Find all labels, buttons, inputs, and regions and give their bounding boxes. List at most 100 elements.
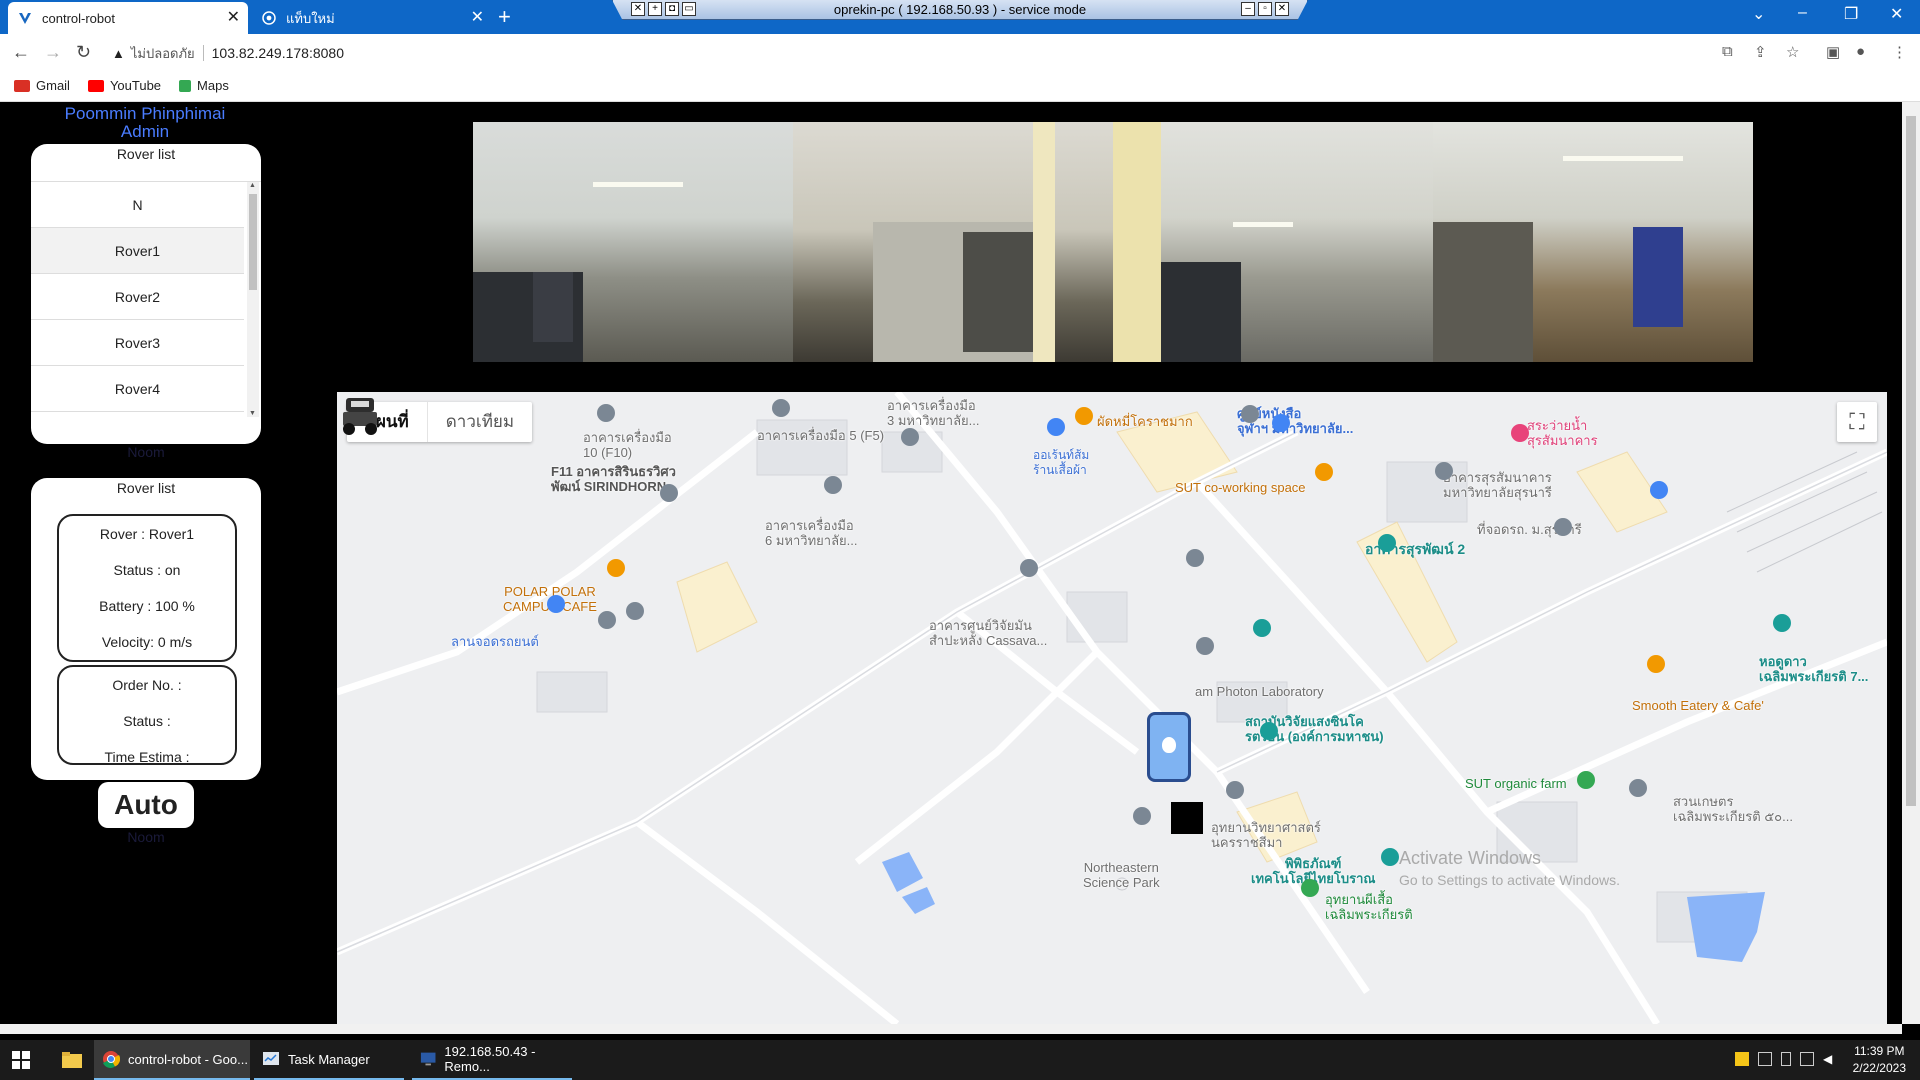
bookmark-label: Maps — [197, 78, 229, 93]
window-restore-icon[interactable]: ❐ — [1844, 4, 1858, 24]
map-label[interactable]: Northeastern Science Park — [1083, 860, 1160, 890]
start-button[interactable] — [6, 1040, 30, 1080]
divider — [202, 45, 204, 61]
taskbar-item-chrome[interactable]: control-robot - Goo... — [94, 1040, 250, 1080]
map-label[interactable]: สวนเกษตร เฉลิมพระเกียรติ ๕๐... — [1673, 794, 1793, 824]
volume-icon[interactable]: ◀ — [1823, 1052, 1837, 1066]
list-item[interactable]: Rover1 — [31, 228, 244, 274]
side-panel-icon[interactable]: ▣ — [1826, 43, 1840, 61]
map-label[interactable]: ที่จอดรถ. ม.สุรนารี — [1477, 522, 1582, 537]
translate-icon[interactable]: ⧉ — [1722, 43, 1733, 60]
list-item[interactable]: Rover3 — [31, 320, 244, 366]
map-label[interactable]: am Photon Laboratory — [1195, 684, 1324, 699]
window-minimize-icon[interactable]: – — [1798, 4, 1807, 22]
url-input[interactable]: ▲ ไม่ปลอดภัย 103.82.249.178:8080 — [112, 39, 1692, 67]
map-label[interactable]: พิพิธภัณฑ์ เทคโนโลยีไทยโบราณ — [1251, 856, 1375, 886]
display-icon[interactable]: ▭ — [682, 2, 696, 16]
network-icon[interactable] — [1800, 1052, 1814, 1066]
map-label[interactable]: POLAR POLAR CAMPUS CAFE — [503, 584, 597, 614]
menu-icon[interactable]: ⋮ — [1892, 43, 1907, 61]
user-role: Admin — [120, 122, 170, 141]
map-label[interactable]: อาคารสุรพัฒน์ 2 — [1365, 542, 1465, 557]
rover-velocity: Velocity: 0 m/s — [101, 634, 193, 650]
usb-icon[interactable] — [1781, 1052, 1791, 1066]
map-label[interactable]: อาคารเครื่องมือ 5 (F5) — [757, 428, 884, 443]
map-label[interactable]: สถาบันวิจัยแสงซินโค รตรอน (องค์การมหาชน) — [1245, 714, 1384, 744]
fullscreen-icon[interactable]: ⛶ — [1837, 402, 1877, 442]
map-label[interactable]: ลานจอดรถยนต์ — [451, 634, 539, 649]
address-bar: ← → ↻ ▲ ไม่ปลอดภัย 103.82.249.178:8080 ⧉… — [0, 34, 1920, 70]
map-label[interactable]: อาคารเครื่องมือ 3 มหาวิทยาลัย... — [887, 398, 980, 428]
file-explorer-button[interactable] — [54, 1040, 82, 1080]
move-icon[interactable]: + — [648, 2, 662, 16]
restore-icon[interactable]: ▫ — [1258, 2, 1272, 16]
close-icon[interactable]: ✕ — [1275, 2, 1289, 16]
close-tab-icon[interactable]: ✕ — [227, 10, 240, 26]
keyboard-icon[interactable] — [1735, 1052, 1749, 1066]
list-item[interactable]: Rover4 — [31, 366, 244, 412]
scroll-thumb[interactable] — [1906, 116, 1916, 806]
camera-icon[interactable]: ◘ — [665, 2, 679, 16]
map-label[interactable]: หอดูดาว เฉลิมพระเกียรติ 7... — [1759, 654, 1868, 684]
scroll-up-icon[interactable]: ▲ — [249, 182, 256, 189]
map-label[interactable]: ศูนย์หนังสือ จุฬาฯ มหาวิทยาลัย... — [1237, 406, 1353, 436]
map-label[interactable]: อุทยานวิทยาศาสตร์ นครราชสีมา — [1211, 820, 1321, 850]
tab-control-robot[interactable]: control-robot ✕ — [8, 2, 248, 34]
forward-icon[interactable]: → — [44, 42, 62, 63]
map-view[interactable]: แผนที่ ดาวเทียม ⛶ อาคารเครื่องมือ 10 (F1… — [337, 392, 1887, 1024]
window-close-icon[interactable]: ✕ — [1890, 4, 1903, 24]
map-label[interactable]: อุทยานผีเสื้อ เฉลิมพระเกียรติ — [1325, 892, 1413, 922]
rover-detail-panel: Rover list Rover : Rover1 Status : on Ba… — [31, 478, 261, 780]
map-type-satellite-button[interactable]: ดาวเทียม — [428, 402, 532, 442]
reload-icon[interactable]: ↻ — [76, 42, 91, 63]
page-horizontal-scrollbar[interactable] — [0, 1024, 1902, 1034]
destination-marker[interactable] — [1171, 802, 1203, 834]
windows-icon — [12, 1051, 30, 1069]
page-vertical-scrollbar[interactable] — [1902, 102, 1920, 1024]
map-label[interactable]: F11 อาคารสิรินธรวิศว พัฒน์ SIRINDHORN... — [551, 464, 677, 494]
shelf — [1161, 262, 1241, 362]
phone-location-marker[interactable] — [1147, 712, 1191, 782]
map-label[interactable]: ผัดหมี่โคราชมาก — [1097, 414, 1193, 429]
profile-icon[interactable]: ● — [1856, 43, 1865, 60]
list-item[interactable]: Rover2 — [31, 274, 244, 320]
rover-list-scrollbar[interactable]: ▲ ▼ — [247, 182, 259, 417]
scroll-down-icon[interactable]: ▼ — [249, 410, 256, 417]
bookmark-youtube[interactable]: YouTube — [87, 78, 161, 93]
taskbar-item-task-manager[interactable]: Task Manager — [254, 1040, 404, 1080]
bookmark-maps[interactable]: Maps — [179, 78, 229, 93]
new-tab-button[interactable]: + — [498, 6, 511, 28]
tab-search-icon[interactable]: ⌄ — [1752, 4, 1765, 24]
warning-icon[interactable]: ▲ — [112, 46, 125, 61]
map-label[interactable]: ออเร้นท์ส้ม ร้านเสื้อผ้า — [1033, 448, 1089, 478]
map-label[interactable]: SUT organic farm — [1465, 776, 1567, 791]
robot-icon[interactable] — [337, 392, 383, 438]
taskbar-item-remote-desktop[interactable]: 192.168.50.43 - Remo... — [412, 1040, 572, 1080]
map-label[interactable]: อาคารเครื่องมือ 10 (F10) — [583, 430, 672, 460]
security-label[interactable]: ไม่ปลอดภัย — [131, 43, 195, 64]
chrome-icon — [262, 11, 276, 25]
minimize-icon[interactable]: – — [1241, 2, 1255, 16]
map-label[interactable]: อาคารเครื่องมือ 6 มหาวิทยาลัย... — [765, 518, 858, 548]
back-icon[interactable]: ← — [12, 42, 30, 63]
gmail-icon — [14, 79, 30, 92]
star-icon[interactable]: ☆ — [1786, 43, 1799, 61]
share-icon[interactable]: ⇪ — [1754, 43, 1767, 61]
pin-icon[interactable]: ✕ — [631, 2, 645, 16]
bookmark-gmail[interactable]: Gmail — [14, 78, 70, 93]
map-label[interactable]: สระว่ายน้ำ สุรสัมนาคาร — [1527, 418, 1598, 448]
tab-new-tab[interactable]: แท็บใหม่ ✕ — [252, 2, 492, 34]
cabinet-glass — [963, 232, 1033, 352]
map-label[interactable]: อาคารศูนย์วิจัยมัน สำปะหลัง Cassava... — [929, 618, 1047, 648]
map-label[interactable]: SUT co-working space — [1175, 480, 1306, 495]
rover-status-card: Rover : Rover1 Status : on Battery : 100… — [57, 514, 237, 662]
notification-icon[interactable] — [1758, 1052, 1772, 1066]
map-label[interactable]: อาคารสุรสัมนาคาร มหาวิทยาลัยสุรนารี — [1443, 470, 1552, 500]
map-label[interactable]: Smooth Eatery & Cafe' — [1632, 698, 1764, 713]
system-clock[interactable]: 11:39 PM 2/22/2023 — [1853, 1043, 1906, 1077]
close-tab-icon[interactable]: ✕ — [471, 10, 484, 26]
list-item[interactable]: N — [31, 182, 244, 228]
auto-mode-button[interactable]: Auto — [98, 782, 194, 828]
scroll-thumb[interactable] — [249, 194, 257, 290]
noom-label: Noom — [127, 829, 165, 845]
